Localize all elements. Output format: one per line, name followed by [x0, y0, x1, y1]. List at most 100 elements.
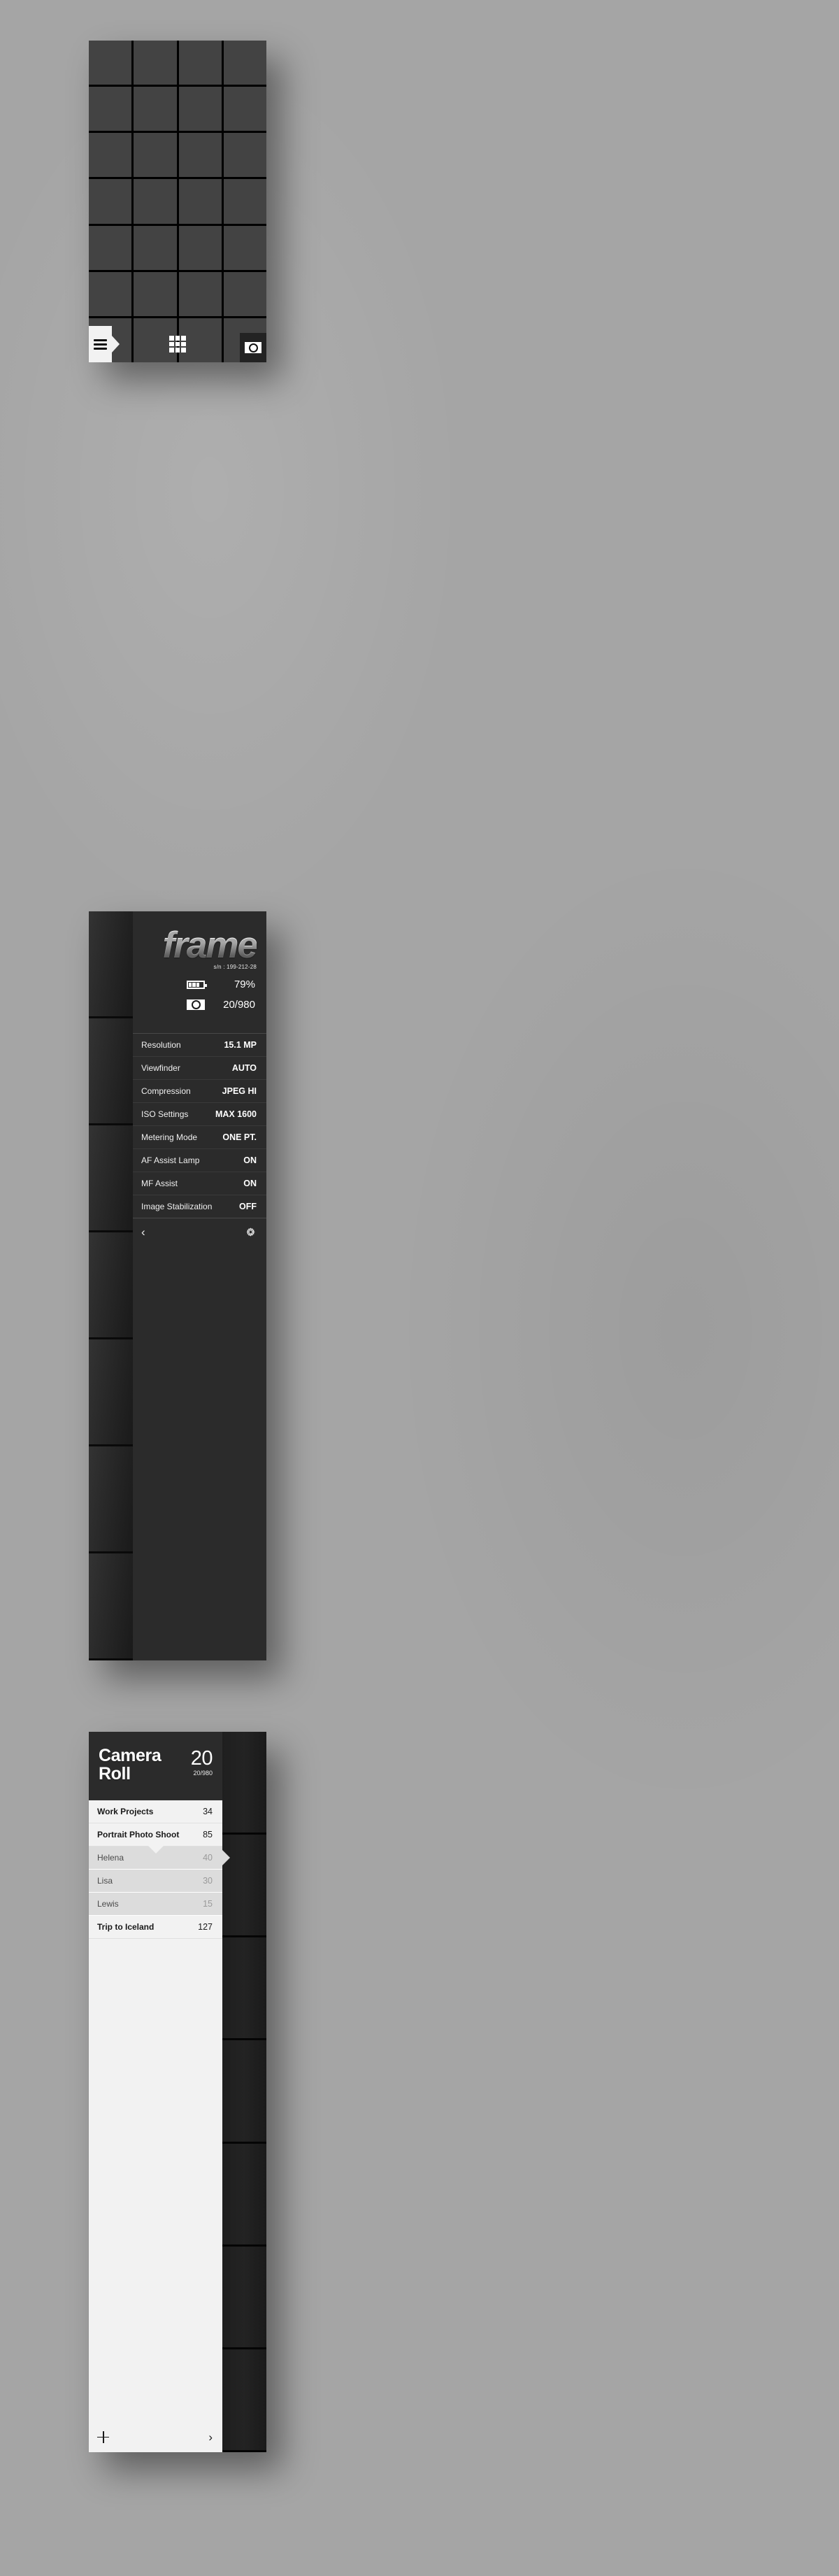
shots-remaining: 20/980	[223, 999, 255, 1011]
grid-cell-icon	[175, 348, 180, 353]
photo-thumbnail[interactable]	[223, 41, 266, 85]
photo-thumbnail[interactable]	[89, 133, 132, 178]
setting-label: Resolution	[141, 1040, 181, 1051]
photo-thumbnail[interactable]	[89, 1125, 133, 1232]
setting-value: ON	[243, 1179, 257, 1189]
photo-thumbnail[interactable]	[89, 225, 132, 270]
hamburger-menu-icon-bar-1	[94, 339, 107, 341]
photo-thumbnail[interactable]	[89, 1232, 133, 1339]
album-count: 85	[203, 1830, 213, 1840]
setting-value: AUTO	[231, 1063, 257, 1074]
album-name: Helena	[97, 1853, 124, 1863]
photo-strip-right[interactable]	[222, 1732, 266, 2452]
photo-thumbnail[interactable]	[134, 133, 177, 178]
album-row[interactable]: Work Projects 34	[89, 1800, 222, 1823]
photo-thumbnail[interactable]	[134, 41, 177, 85]
screenshot-stage: frame s/n : 199-212-28 79% 20/980 Resolu…	[0, 0, 839, 2576]
setting-label: MF Assist	[141, 1179, 178, 1189]
photo-strip-left[interactable]	[89, 911, 133, 1660]
battery-segment-empty	[200, 983, 203, 987]
photo-thumbnail[interactable]	[222, 2144, 266, 2247]
photo-thumbnail[interactable]	[134, 225, 177, 270]
photo-thumbnail[interactable]	[222, 2247, 266, 2349]
camera-shutter-button[interactable]	[240, 333, 266, 362]
setting-row[interactable]: Image Stabilization OFF	[133, 1195, 266, 1219]
setting-row[interactable]: AF Assist Lamp ON	[133, 1149, 266, 1173]
setting-row[interactable]: Viewfinder AUTO	[133, 1057, 266, 1081]
plus-icon[interactable]	[97, 2431, 109, 2443]
setting-value: JPEG HI	[222, 1086, 257, 1097]
setting-row[interactable]: Metering Mode ONE PT.	[133, 1126, 266, 1150]
photo-thumbnail[interactable]	[89, 1553, 133, 1660]
setting-row[interactable]: MF Assist ON	[133, 1172, 266, 1196]
battery-stat-row: 79%	[143, 979, 257, 990]
battery-segment	[189, 982, 192, 987]
shots-stat-row: 20/980	[143, 999, 257, 1011]
grid-cell-icon	[175, 336, 180, 341]
photo-thumbnail[interactable]	[89, 1446, 133, 1553]
gear-icon[interactable]	[245, 1226, 257, 1238]
photo-thumbnail[interactable]	[89, 271, 132, 316]
photo-thumbnail[interactable]	[134, 87, 177, 131]
camera-icon	[245, 342, 261, 353]
photo-thumbnail[interactable]	[89, 1339, 133, 1446]
chevron-right-icon[interactable]: ›	[208, 2431, 213, 2443]
photo-thumbnail[interactable]	[89, 41, 132, 85]
photo-grid[interactable]	[89, 41, 266, 362]
camera-settings-panel: frame s/n : 199-212-28 79% 20/980 Resolu…	[89, 911, 266, 1660]
photo-thumbnail[interactable]	[222, 1732, 266, 1835]
photo-thumbnail[interactable]	[178, 133, 222, 178]
album-count: 15	[203, 1899, 213, 1909]
photo-thumbnail[interactable]	[222, 2349, 266, 2452]
setting-row[interactable]: Resolution 15.1 MP	[133, 1034, 266, 1058]
album-row[interactable]: Trip to Iceland 127	[89, 1916, 222, 1939]
album-row[interactable]: Portrait Photo Shoot 85	[89, 1823, 222, 1846]
album-row[interactable]: Lewis 15	[89, 1893, 222, 1916]
album-name: Trip to Iceland	[97, 1922, 155, 1932]
photo-thumbnail[interactable]	[178, 271, 222, 316]
chevron-left-icon[interactable]: ‹	[141, 1226, 145, 1238]
photo-thumbnail[interactable]	[134, 179, 177, 224]
camera-icon	[187, 999, 205, 1011]
setting-row[interactable]: ISO Settings MAX 1600	[133, 1103, 266, 1127]
grid-3x3-icon[interactable]	[169, 336, 186, 353]
photo-thumbnail[interactable]	[223, 87, 266, 131]
photo-thumbnail[interactable]	[89, 911, 133, 1018]
setting-row[interactable]: Compression JPEG HI	[133, 1080, 266, 1104]
photo-thumbnail[interactable]	[178, 179, 222, 224]
page-title-line1: Camera	[99, 1746, 162, 1765]
photo-thumbnail[interactable]	[89, 179, 132, 224]
photo-thumbnail[interactable]	[178, 41, 222, 85]
album-row[interactable]: Lisa 30	[89, 1870, 222, 1893]
setting-value: 15.1 MP	[224, 1040, 257, 1051]
album-name: Lewis	[97, 1899, 119, 1909]
roll-count-group: 20 20/980	[191, 1747, 213, 1777]
photo-thumbnail[interactable]	[223, 179, 266, 224]
album-name: Lisa	[97, 1876, 113, 1886]
photo-thumbnail[interactable]	[222, 1937, 266, 2041]
album-name: Portrait Photo Shoot	[97, 1830, 180, 1840]
setting-value: ON	[243, 1155, 257, 1166]
selection-notch-icon	[148, 1846, 164, 1853]
grid-toolbar	[89, 326, 266, 362]
photo-thumbnail[interactable]	[89, 87, 132, 131]
grid-cell-icon	[181, 341, 186, 347]
menu-tab-button[interactable]	[89, 326, 112, 362]
photo-thumbnail[interactable]	[89, 1018, 133, 1125]
album-list: Work Projects 34 Portrait Photo Shoot 85 Hel…	[89, 1800, 222, 1939]
page-title-line2: Roll	[99, 1763, 131, 1784]
setting-label: Viewfinder	[141, 1063, 180, 1074]
setting-label: ISO Settings	[141, 1109, 189, 1120]
photo-thumbnail[interactable]	[134, 271, 177, 316]
photo-thumbnail[interactable]	[223, 133, 266, 178]
photo-thumbnail[interactable]	[222, 2040, 266, 2144]
camera-roll-footer: ›	[89, 2421, 222, 2452]
grid-cell-icon	[169, 336, 174, 341]
photo-thumbnail[interactable]	[178, 87, 222, 131]
photo-thumbnail[interactable]	[223, 225, 266, 270]
photo-thumbnail[interactable]	[223, 271, 266, 316]
album-row[interactable]: Helena 40	[89, 1846, 222, 1870]
grid-cell-icon	[181, 348, 186, 353]
settings-content: frame s/n : 199-212-28 79% 20/980 Resolu…	[133, 911, 266, 1660]
photo-thumbnail[interactable]	[178, 225, 222, 270]
